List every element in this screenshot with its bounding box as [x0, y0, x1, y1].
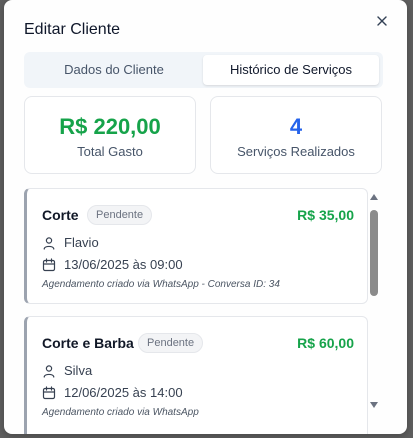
service-person-row: Silva	[42, 363, 92, 378]
total-spent-card: R$ 220,00 Total Gasto	[24, 96, 196, 174]
service-note: Agendamento criado via WhatsApp - Conver…	[42, 279, 280, 290]
service-datetime: 13/06/2025 às 09:00	[64, 257, 183, 272]
service-datetime-row: 12/06/2025 às 14:00	[42, 385, 183, 400]
list-scrollbar[interactable]	[368, 190, 380, 416]
service-price: R$ 35,00	[297, 207, 354, 223]
service-card: Corte e Barba Pendente R$ 60,00 Silva 12…	[24, 316, 368, 434]
service-person-row: Flavio	[42, 235, 99, 250]
service-person: Silva	[64, 363, 93, 378]
calendar-icon	[42, 385, 56, 400]
status-badge: Pendente	[87, 205, 153, 225]
total-spent-value: R$ 220,00	[59, 114, 161, 139]
service-card: Corte Pendente R$ 35,00 Flavio 13/06/202…	[24, 188, 368, 304]
service-history-list: Corte Pendente R$ 35,00 Flavio 13/06/202…	[24, 186, 368, 434]
tab-service-history[interactable]: Histórico de Serviços	[203, 55, 379, 85]
user-icon	[42, 364, 56, 378]
services-done-value: 4	[289, 114, 303, 139]
calendar-icon	[42, 257, 56, 272]
close-button[interactable]	[373, 12, 391, 30]
edit-client-dialog: Editar Cliente Dados do Cliente Históric…	[4, 0, 407, 434]
total-spent-label: Total Gasto	[77, 144, 143, 159]
tab-list: Dados do Cliente Histórico de Serviços	[24, 52, 383, 88]
service-person: Flavio	[64, 235, 99, 250]
scroll-down-arrow-icon[interactable]	[370, 402, 378, 410]
close-icon	[377, 16, 387, 26]
tab-client-data[interactable]: Dados do Cliente	[27, 55, 201, 85]
service-datetime-row: 13/06/2025 às 09:00	[42, 257, 183, 272]
service-note: Agendamento criado via WhatsApp	[42, 407, 199, 418]
user-icon	[42, 236, 56, 250]
service-price: R$ 60,00	[297, 335, 354, 351]
service-datetime: 12/06/2025 às 14:00	[64, 385, 183, 400]
service-name: Corte e Barba	[42, 335, 134, 351]
services-done-label: Serviços Realizados	[237, 144, 355, 159]
scroll-up-arrow-icon[interactable]	[370, 194, 378, 202]
dialog-title: Editar Cliente	[24, 21, 121, 38]
services-done-card: 4 Serviços Realizados	[210, 96, 382, 174]
service-name: Corte	[42, 207, 79, 223]
status-badge: Pendente	[138, 333, 204, 353]
scrollbar-thumb[interactable]	[370, 210, 378, 296]
